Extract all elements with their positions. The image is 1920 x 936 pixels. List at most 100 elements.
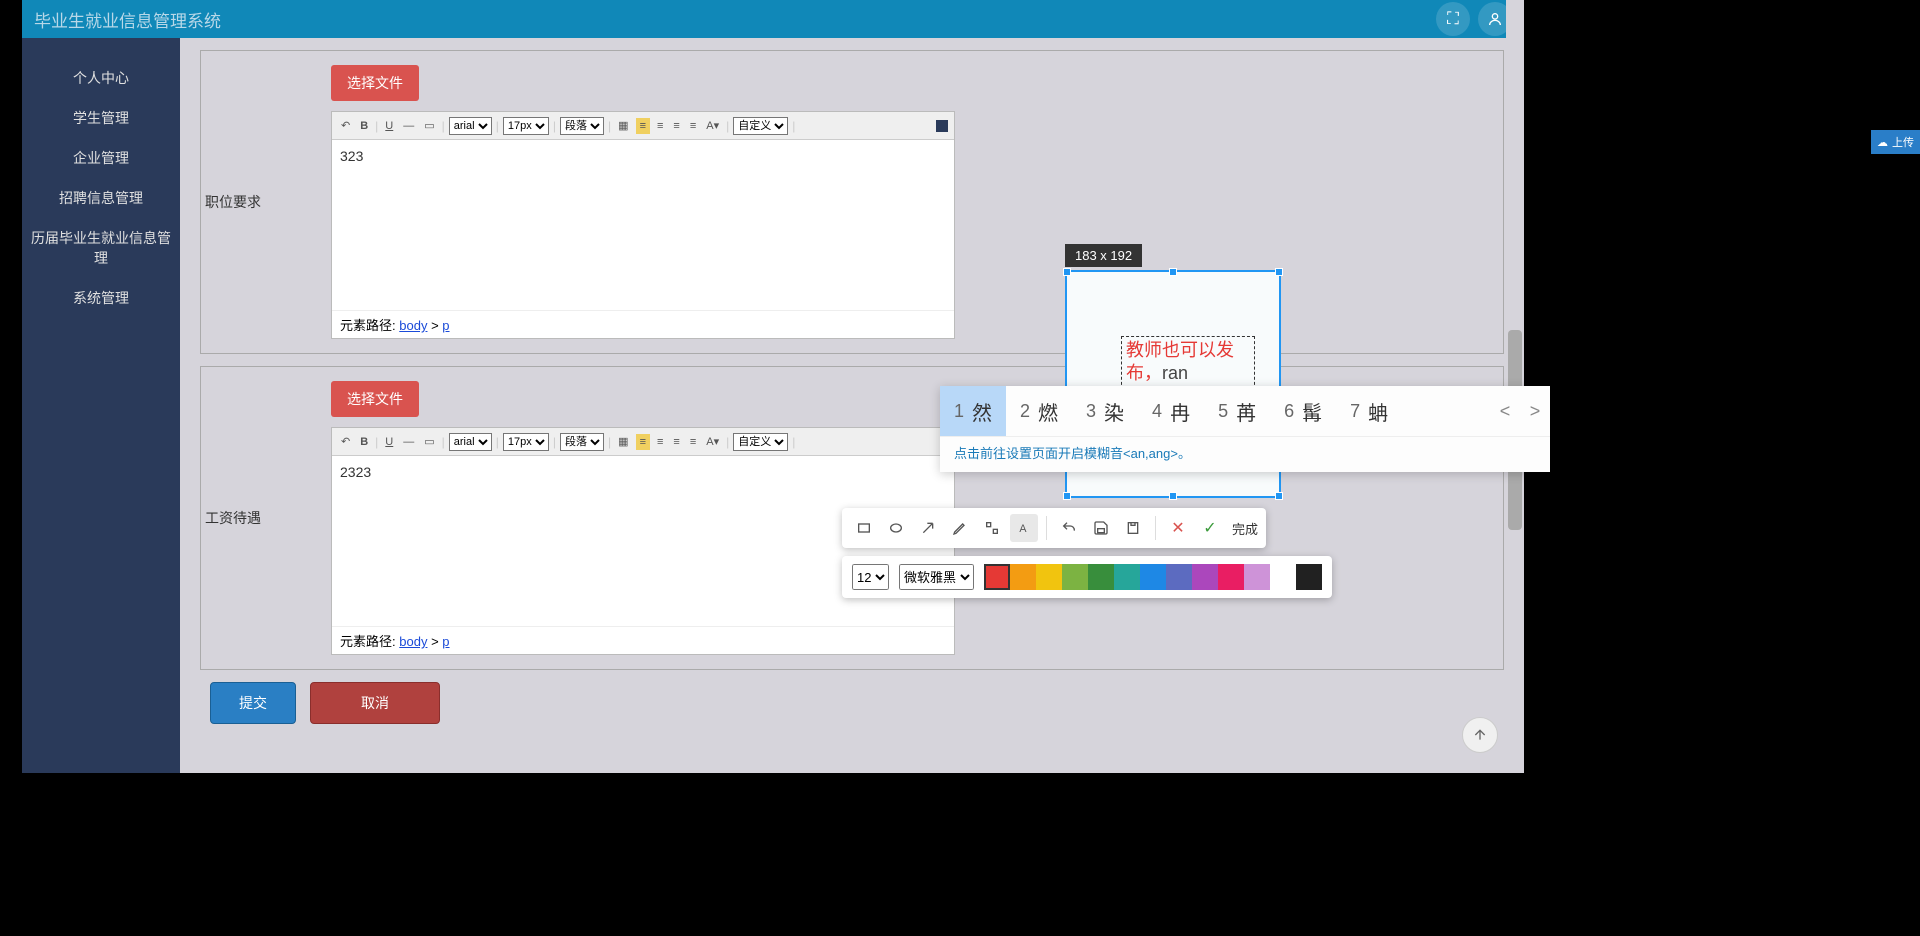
sidebar-item-recruit[interactable]: 招聘信息管理 (22, 178, 180, 218)
highlight-icon[interactable]: ≡ (636, 118, 650, 134)
ime-hint[interactable]: 点击前往设置页面开启模糊音<an,ang>。 (940, 436, 1550, 468)
color-swatch-teal[interactable] (1114, 564, 1140, 590)
ime-candidate-4[interactable]: 4冉 (1138, 386, 1204, 436)
table-icon[interactable]: ▦ (615, 434, 631, 449)
font-select[interactable]: arial (449, 117, 492, 135)
ime-next-icon[interactable]: > (1520, 401, 1550, 422)
path-link-body[interactable]: body (399, 318, 427, 333)
sidebar-item-profile[interactable]: 个人中心 (22, 58, 180, 98)
resize-handle-ne[interactable] (1275, 268, 1283, 276)
color-swatch-lilac[interactable] (1244, 564, 1270, 590)
path-link-p[interactable]: p (442, 634, 449, 649)
hr-icon[interactable]: — (400, 435, 417, 449)
pin-tool-icon[interactable] (1119, 514, 1147, 542)
undo-icon[interactable]: ↶ (338, 118, 353, 133)
color-swatch-black[interactable] (1296, 564, 1322, 590)
choose-file-button[interactable]: 选择文件 (331, 65, 419, 101)
confirm-tool-icon[interactable]: ✓ (1196, 514, 1224, 542)
font-select[interactable]: arial (449, 433, 492, 451)
size-select[interactable]: 17px (503, 117, 549, 135)
annotation-text-input[interactable]: 教师也可以发 布，ran (1121, 336, 1255, 390)
cancel-button[interactable]: 取消 (310, 682, 440, 724)
resize-handle-s[interactable] (1169, 492, 1177, 500)
sidebar-item-alumni[interactable]: 历届毕业生就业信息管理 (22, 218, 180, 278)
ime-candidate-1[interactable]: 1然 (940, 386, 1006, 436)
sidebar-item-students[interactable]: 学生管理 (22, 98, 180, 138)
color-swatch-green[interactable] (1088, 564, 1114, 590)
font-family-select[interactable]: 微软雅黑 (899, 564, 974, 590)
custom-select[interactable]: 自定义 (733, 433, 788, 451)
align-right-icon[interactable]: ≡ (687, 435, 699, 449)
field-label-requirements: 职位要求 (201, 65, 331, 339)
fullscreen-editor-icon[interactable] (936, 120, 948, 132)
para-select[interactable]: 段落 (560, 433, 604, 451)
ime-candidate-3[interactable]: 3染 (1072, 386, 1138, 436)
table-icon[interactable]: ▦ (615, 118, 631, 133)
color-swatch-purple[interactable] (1192, 564, 1218, 590)
color-swatch-indigo[interactable] (1166, 564, 1192, 590)
custom-select[interactable]: 自定义 (733, 117, 788, 135)
arrow-tool-icon[interactable] (914, 514, 942, 542)
resize-handle-sw[interactable] (1063, 492, 1071, 500)
align-left-icon[interactable]: ≡ (654, 435, 666, 449)
bold-icon[interactable]: B (357, 119, 371, 133)
ime-candidate-7[interactable]: 7蚺 (1336, 386, 1402, 436)
choose-file-button[interactable]: 选择文件 (331, 381, 419, 417)
editor-content[interactable]: 323 (332, 140, 954, 310)
resize-handle-se[interactable] (1275, 492, 1283, 500)
align-right-icon[interactable]: ≡ (687, 119, 699, 133)
underline-icon[interactable]: U (382, 119, 396, 133)
pencil-tool-icon[interactable] (946, 514, 974, 542)
path-link-body[interactable]: body (399, 634, 427, 649)
hr-icon[interactable]: — (400, 119, 417, 133)
undo-icon[interactable]: ↶ (338, 434, 353, 449)
upload-badge[interactable]: ☁ 上传 (1871, 130, 1920, 154)
ellipse-tool-icon[interactable] (882, 514, 910, 542)
font-size-select[interactable]: 12 (852, 564, 889, 590)
resize-handle-n[interactable] (1169, 268, 1177, 276)
form-card-requirements: 职位要求 选择文件 ↶ B | U — ▭ | arial | 17px (200, 50, 1504, 354)
font-color-icon[interactable]: A▾ (703, 118, 722, 133)
color-swatch-blue[interactable] (1140, 564, 1166, 590)
text-tool-icon[interactable]: A (1010, 514, 1038, 542)
color-swatch-orange[interactable] (1010, 564, 1036, 590)
done-label[interactable]: 完成 (1232, 519, 1258, 538)
box-icon[interactable]: ▭ (421, 118, 437, 133)
element-path: 元素路径: body > p (332, 310, 954, 338)
rect-tool-icon[interactable] (850, 514, 878, 542)
svg-text:A: A (1019, 523, 1027, 535)
editor-toolbar: ↶ B | U — ▭ | arial | 17px | 段落 | ▦ (332, 112, 954, 140)
color-swatch-pink[interactable] (1218, 564, 1244, 590)
size-select[interactable]: 17px (503, 433, 549, 451)
align-center-icon[interactable]: ≡ (670, 435, 682, 449)
scroll-top-button[interactable] (1462, 717, 1498, 753)
box-icon[interactable]: ▭ (421, 434, 437, 449)
undo-tool-icon[interactable] (1055, 514, 1083, 542)
highlight-icon[interactable]: ≡ (636, 434, 650, 450)
color-swatch-yellow[interactable] (1036, 564, 1062, 590)
para-select[interactable]: 段落 (560, 117, 604, 135)
sidebar-item-system[interactable]: 系统管理 (22, 278, 180, 318)
color-swatch-red[interactable] (984, 564, 1010, 590)
sidebar-item-companies[interactable]: 企业管理 (22, 138, 180, 178)
font-color-icon[interactable]: A▾ (703, 434, 722, 449)
color-swatch-lime[interactable] (1062, 564, 1088, 590)
cloud-icon: ☁ (1877, 136, 1888, 149)
mosaic-tool-icon[interactable] (978, 514, 1006, 542)
path-link-p[interactable]: p (442, 318, 449, 333)
fullscreen-icon[interactable]: ⛶ (1436, 2, 1470, 36)
ime-candidate-2[interactable]: 2燃 (1006, 386, 1072, 436)
align-center-icon[interactable]: ≡ (670, 119, 682, 133)
ime-prev-icon[interactable]: < (1490, 401, 1520, 422)
ime-candidate-5[interactable]: 5苒 (1204, 386, 1270, 436)
bold-icon[interactable]: B (357, 435, 371, 449)
save-tool-icon[interactable] (1087, 514, 1115, 542)
align-left-icon[interactable]: ≡ (654, 119, 666, 133)
resize-handle-nw[interactable] (1063, 268, 1071, 276)
close-tool-icon[interactable]: ✕ (1164, 514, 1192, 542)
color-swatch-white[interactable] (1270, 564, 1296, 590)
ime-candidate-6[interactable]: 6髯 (1270, 386, 1336, 436)
submit-button[interactable]: 提交 (210, 682, 296, 724)
screenshot-style-bar: 12 微软雅黑 (842, 556, 1332, 598)
underline-icon[interactable]: U (382, 435, 396, 449)
